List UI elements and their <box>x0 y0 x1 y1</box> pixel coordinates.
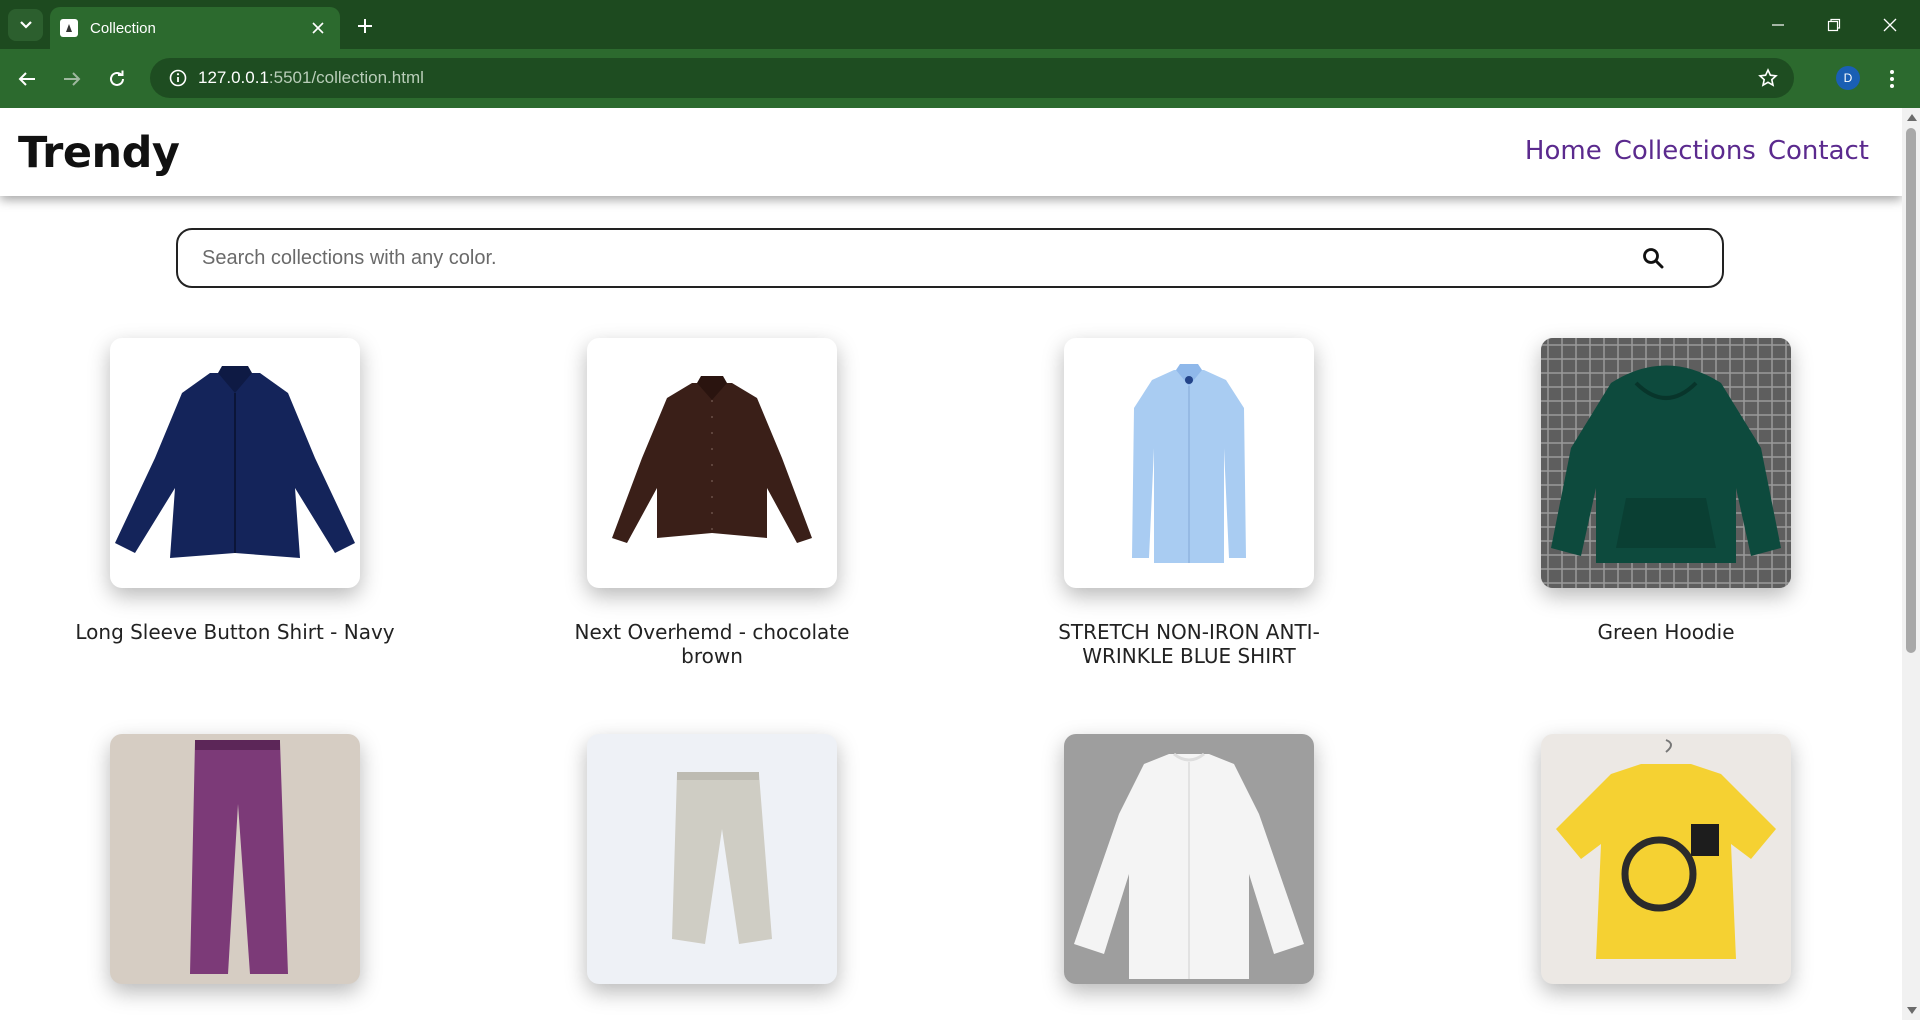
page-viewport: Trendy Home Collections Contact Long Sle… <box>0 108 1902 1020</box>
scrollbar-thumb[interactable] <box>1906 128 1916 653</box>
address-bar[interactable]: 127.0.0.1:5501/collection.html <box>150 58 1794 98</box>
search-bar <box>176 228 1724 288</box>
browser-toolbar: 127.0.0.1:5501/collection.html D <box>0 49 1920 108</box>
favicon-icon <box>60 19 78 37</box>
tab-search-dropdown[interactable] <box>8 9 43 41</box>
main-nav: Home Collections Contact <box>1525 136 1869 166</box>
product-image-purple-trousers[interactable] <box>110 734 360 984</box>
close-window-icon[interactable] <box>1862 0 1918 49</box>
site-info-icon[interactable] <box>158 58 198 98</box>
product-name: Green Hoodie <box>1597 620 1735 644</box>
scroll-up-arrow-icon[interactable] <box>1907 114 1917 121</box>
search-input[interactable] <box>178 246 1628 270</box>
restore-icon[interactable] <box>1806 0 1862 49</box>
nav-contact-link[interactable]: Contact <box>1768 136 1869 166</box>
tab-close-icon[interactable] <box>306 16 330 40</box>
back-arrow-icon[interactable] <box>11 63 43 95</box>
site-logo[interactable]: Trendy <box>18 128 180 178</box>
product-image-green-hoodie[interactable] <box>1541 338 1791 588</box>
product-image-yellow-tshirt[interactable] <box>1541 734 1791 984</box>
product-name: STRETCH NON-IRON ANTI-WRINKLE BLUE SHIRT <box>1058 620 1320 668</box>
scroll-down-arrow-icon[interactable] <box>1907 1007 1917 1014</box>
browser-tab-bar: Collection <box>0 0 1920 49</box>
page-scrollbar[interactable] <box>1902 108 1920 1020</box>
bookmark-star-icon[interactable] <box>1756 66 1780 90</box>
url-host: 127.0.0.1 <box>198 68 269 87</box>
new-tab-plus-icon[interactable] <box>350 11 380 41</box>
profile-avatar[interactable]: D <box>1836 66 1860 90</box>
url-text: 127.0.0.1:5501/collection.html <box>198 68 424 88</box>
product-image-navy-shirt[interactable] <box>110 338 360 588</box>
site-header: Trendy Home Collections Contact <box>0 108 1902 196</box>
search-icon[interactable] <box>1628 233 1678 283</box>
forward-arrow-icon[interactable] <box>56 63 88 95</box>
chevron-down-icon <box>19 21 32 29</box>
nav-collections-link[interactable]: Collections <box>1614 136 1756 166</box>
kebab-menu-icon[interactable] <box>1880 63 1904 95</box>
reload-icon[interactable] <box>101 63 133 95</box>
url-path: :5501/collection.html <box>268 68 424 87</box>
product-name: Long Sleeve Button Shirt - Navy <box>75 620 395 644</box>
product-image-beige-trousers[interactable] <box>587 734 837 984</box>
minimize-icon[interactable] <box>1750 0 1806 49</box>
tab-title: Collection <box>90 19 156 37</box>
product-name: Next Overhemd - chocolate brown <box>574 620 850 668</box>
product-image-brown-shirt[interactable] <box>587 338 837 588</box>
nav-home-link[interactable]: Home <box>1525 136 1602 166</box>
product-image-white-shirt[interactable] <box>1064 734 1314 984</box>
product-image-blue-shirt[interactable] <box>1064 338 1314 588</box>
browser-tab[interactable]: Collection <box>50 7 340 49</box>
